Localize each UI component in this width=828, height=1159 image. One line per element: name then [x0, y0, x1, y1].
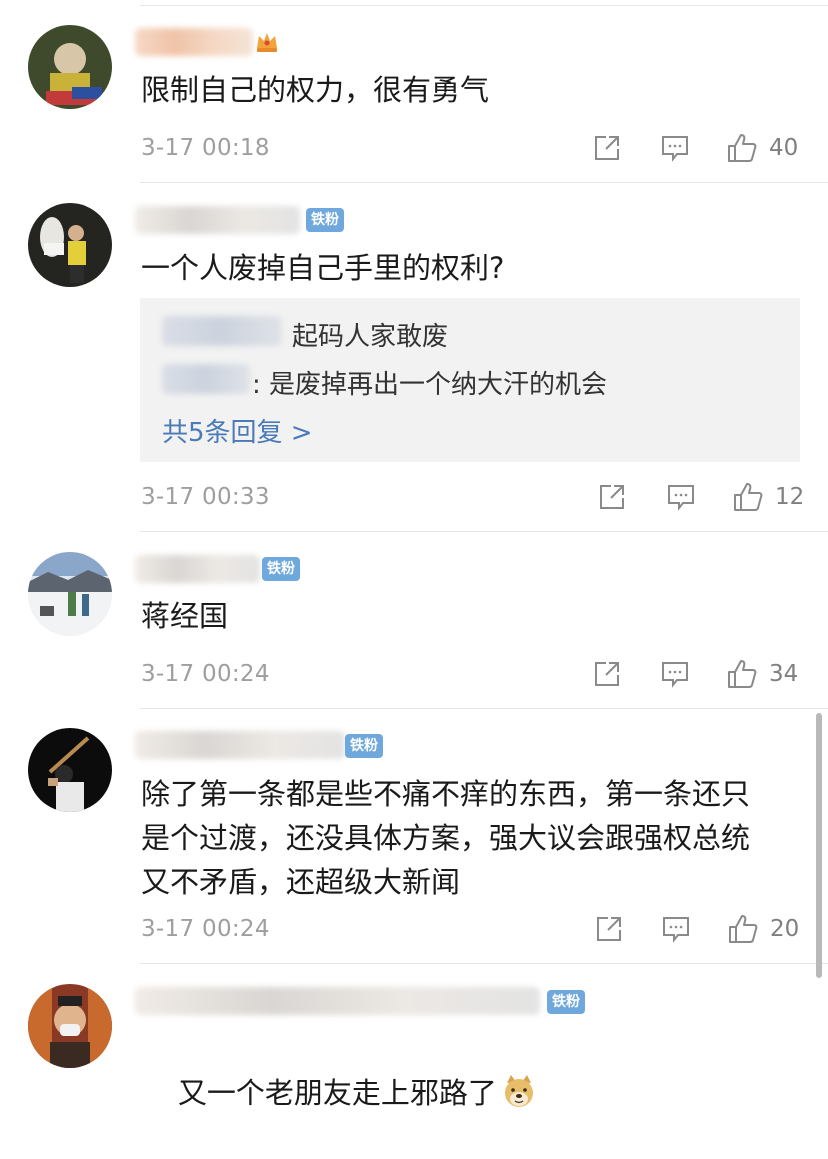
avatar[interactable] [28, 728, 112, 812]
reply-username-blurred [162, 364, 250, 394]
comment-text: 除了第一条都是些不痛不痒的东西，第一条还只 是个过渡，还没具体方案，强大议会跟强… [141, 777, 751, 899]
scrollbar[interactable] [816, 713, 822, 978]
username-blurred[interactable] [135, 28, 253, 56]
share-icon[interactable] [592, 133, 622, 163]
fan-badge: 铁粉 [262, 557, 300, 581]
username-blurred[interactable] [135, 987, 540, 1015]
fan-badge: 铁粉 [306, 208, 344, 232]
comment-text: 蒋经国 [141, 599, 229, 633]
like-count: 12 [775, 484, 805, 510]
comment-time: 3-17 00:24 [141, 661, 270, 687]
username-blurred[interactable] [135, 206, 300, 234]
share-icon[interactable] [594, 914, 624, 944]
top-divider [140, 5, 828, 6]
divider [140, 708, 828, 709]
like-count: 34 [769, 661, 799, 687]
like-count: 20 [770, 916, 800, 942]
thumbs-up-icon[interactable] [727, 913, 759, 945]
share-icon[interactable] [597, 482, 627, 512]
comment-time: 3-17 00:24 [141, 916, 270, 942]
avatar[interactable] [28, 203, 112, 287]
comment-text-content: 又一个老朋友走上邪路了 [177, 1076, 497, 1110]
like-count: 40 [769, 135, 799, 161]
avatar[interactable] [28, 984, 112, 1068]
reply-username-blurred [162, 316, 282, 346]
doge-emoji-icon [504, 1075, 533, 1107]
comment-icon[interactable] [661, 914, 691, 944]
thumbs-up-icon[interactable] [732, 481, 764, 513]
comment-icon[interactable] [660, 133, 690, 163]
comment-icon[interactable] [666, 482, 696, 512]
comment-text: 限制自己的权力，很有勇气 [141, 73, 490, 107]
avatar[interactable] [28, 25, 112, 109]
username-blurred[interactable] [135, 731, 345, 759]
more-replies-link[interactable]: 共5条回复 > [162, 412, 313, 449]
divider [140, 531, 828, 532]
fan-badge: 铁粉 [345, 734, 383, 758]
comment-text: 一个人废掉自己手里的权利? [141, 251, 505, 285]
avatar[interactable] [28, 552, 112, 636]
thumbs-up-icon[interactable] [726, 658, 758, 690]
thumbs-up-icon[interactable] [726, 132, 758, 164]
username-blurred[interactable] [135, 555, 260, 583]
comment-icon[interactable] [660, 659, 690, 689]
divider [140, 963, 828, 964]
crown-icon [257, 33, 277, 52]
comment-text: 又一个老朋友走上邪路了 [141, 1027, 782, 1159]
divider [140, 182, 828, 183]
reply-text: 起码人家敢废 [292, 322, 449, 352]
share-icon[interactable] [592, 659, 622, 689]
comment-time: 3-17 00:33 [141, 484, 270, 510]
reply-text: : 是废掉再出一个纳大汗的机会 [252, 370, 608, 400]
fan-badge: 铁粉 [547, 990, 585, 1014]
reply-preview[interactable]: 起码人家敢废 : 是废掉再出一个纳大汗的机会 共5条回复 > [140, 298, 800, 462]
comment-time: 3-17 00:18 [141, 135, 270, 161]
